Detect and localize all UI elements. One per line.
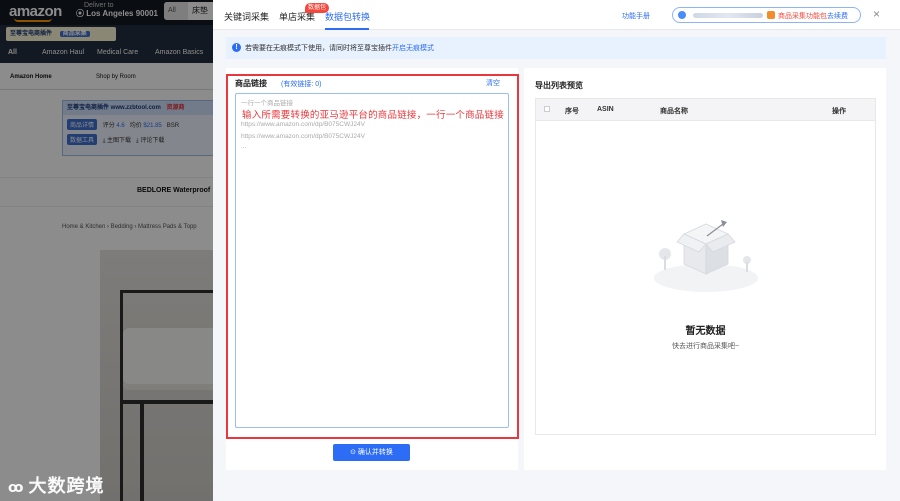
notice-bar: ! 若需要在无痕模式下使用，请同时将至尊宝插件开启无痕模式 bbox=[226, 37, 886, 59]
clear-button[interactable]: 清空 bbox=[486, 78, 500, 88]
watermark-logo-icon: ꝏ bbox=[8, 479, 25, 495]
export-table: 序号 ASIN 商品名称 操作 暂无数据 快去进行商品采集吧~ bbox=[535, 98, 876, 435]
package-label: 商品采集功能包 bbox=[778, 13, 827, 20]
enable-incognito-link[interactable]: 开启无痕模式 bbox=[392, 45, 434, 52]
info-icon: ! bbox=[232, 43, 241, 52]
empty-title: 暂无数据 bbox=[685, 326, 726, 337]
product-links-textarea[interactable]: 一行一个商品链接 输入所需要转换的亚马逊平台的商品链接，一行一个商品链接 htt… bbox=[235, 93, 509, 428]
export-preview-panel: 导出列表预览 序号 ASIN 商品名称 操作 暂无数据 快去进行商品采集吧~ bbox=[524, 68, 886, 470]
tab-keyword-collect[interactable]: 关键词采集 bbox=[224, 10, 269, 23]
col-asin: ASIN bbox=[597, 106, 614, 113]
empty-subtitle: 快去进行商品采集吧~ bbox=[671, 343, 740, 350]
confirm-label: 确认并转换 bbox=[357, 449, 393, 456]
placeholder-line: https://www.amazon.com/dp/B075CWJ24V bbox=[241, 133, 365, 140]
annotation-text: 输入所需要转换的亚马逊平台的商品链接，一行一个商品链接 bbox=[242, 110, 504, 121]
col-index: 序号 bbox=[565, 108, 579, 115]
manual-link[interactable]: 功能手册 bbox=[622, 11, 650, 21]
placeholder-line: https://www.amazon.com/dp/B075CWJ24V bbox=[241, 121, 365, 128]
valid-link-count: (有效链接: 0) bbox=[281, 81, 322, 88]
confirm-icon: ⊙ bbox=[350, 449, 356, 456]
package-icon bbox=[767, 11, 775, 19]
dialog-header: 关键词采集 单店采集 数据包 数据包转换 功能手册 商品采集功能包 去续费 × bbox=[213, 0, 900, 30]
renew-link[interactable]: 去续费 bbox=[827, 11, 848, 21]
notice-message: 若需要在无痕模式下使用，请同时将至尊宝插件 bbox=[245, 45, 392, 52]
placeholder-line: ... bbox=[241, 143, 247, 150]
notice-text: 若需要在无痕模式下使用，请同时将至尊宝插件开启无痕模式 bbox=[245, 43, 434, 53]
tab-data-package-convert[interactable]: 数据包转换 bbox=[325, 10, 370, 23]
empty-box-icon bbox=[654, 220, 758, 292]
placeholder-line: 一行一个商品链接 bbox=[241, 100, 293, 107]
avatar-icon bbox=[678, 11, 686, 19]
watermark: ꝏ 大数跨境 bbox=[8, 472, 104, 498]
select-all-checkbox[interactable] bbox=[544, 106, 550, 112]
panel-title: 导出列表预览 bbox=[535, 81, 583, 90]
col-product-name: 商品名称 bbox=[660, 108, 688, 115]
close-icon[interactable]: × bbox=[873, 7, 880, 21]
watermark-text: 大数跨境 bbox=[28, 476, 105, 496]
account-name-redacted bbox=[693, 13, 763, 18]
panel-title: 商品链接 bbox=[235, 79, 267, 88]
account-pill[interactable]: 商品采集功能包 去续费 bbox=[672, 7, 861, 23]
table-header: 序号 ASIN 商品名称 操作 bbox=[536, 99, 875, 121]
data-package-dialog: 关键词采集 单店采集 数据包 数据包转换 功能手册 商品采集功能包 去续费 × … bbox=[213, 0, 900, 501]
active-tab-indicator bbox=[325, 28, 369, 30]
col-actions: 操作 bbox=[832, 108, 846, 115]
confirm-convert-button[interactable]: ⊙ 确认并转换 bbox=[333, 444, 410, 461]
product-links-panel: 商品链接 (有效链接: 0) 清空 一行一个商品链接 输入所需要转换的亚马逊平台… bbox=[226, 68, 518, 470]
